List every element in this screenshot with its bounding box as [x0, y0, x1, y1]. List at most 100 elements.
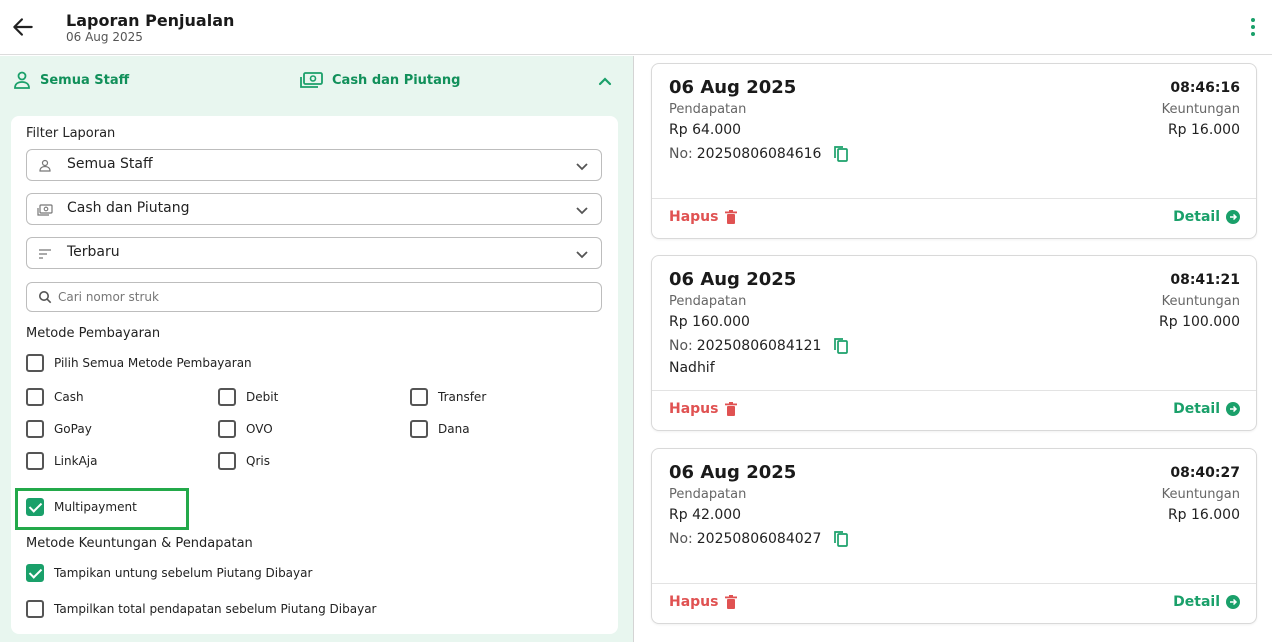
checkbox-label: Multipayment: [54, 500, 137, 514]
filter-summary-bar[interactable]: Semua Staff Cash dan Piutang: [0, 56, 634, 104]
profit-value: Rp 100.000: [1159, 314, 1240, 330]
profit-value: Rp 16.000: [1167, 122, 1240, 138]
arrow-right-circle-icon: [1226, 402, 1240, 416]
checkbox-transfer[interactable]: Transfer: [410, 388, 486, 406]
card-divider: [652, 198, 1256, 199]
checkbox-box-checked[interactable]: [26, 564, 44, 582]
trash-icon: [724, 210, 737, 224]
checkbox-dana[interactable]: Dana: [410, 420, 470, 438]
app-header: Laporan Penjualan 06 Aug 2025: [0, 0, 1272, 55]
checkbox-box-checked[interactable]: [26, 498, 44, 516]
delete-button[interactable]: Hapus: [669, 401, 737, 417]
payment-select[interactable]: Cash dan Piutang: [26, 193, 602, 225]
checkbox-box[interactable]: [410, 420, 428, 438]
sort-icon: [39, 249, 51, 259]
sort-select[interactable]: Terbaru: [26, 237, 602, 269]
checkbox-box[interactable]: [26, 354, 44, 372]
copy-icon[interactable]: [833, 337, 849, 355]
cash-icon: [37, 204, 53, 216]
transaction-list: 06 Aug 2025 08:46:16 Pendapatan Keuntung…: [635, 56, 1272, 642]
staff-select[interactable]: Semua Staff: [26, 149, 602, 181]
checkbox-box[interactable]: [410, 388, 428, 406]
checkbox-label: Pilih Semua Metode Pembayaran: [54, 356, 252, 370]
payment-method-heading: Metode Pembayaran: [26, 326, 161, 341]
receipt-number-label: No:: [669, 146, 693, 162]
checkbox-linkaja[interactable]: LinkAja: [26, 452, 97, 470]
receipt-number-value: 20250806084027: [696, 531, 822, 547]
checkbox-box[interactable]: [218, 452, 236, 470]
detail-button[interactable]: Detail: [1173, 594, 1240, 610]
income-label: Pendapatan: [669, 294, 747, 309]
checkbox-label: Transfer: [438, 390, 487, 404]
checkbox-income-before-debt[interactable]: Tampilkan total pendapatan sebelum Piuta…: [26, 600, 376, 618]
filter-panel: Semua Staff Cash dan Piutang Filter Lapo…: [0, 56, 634, 642]
transaction-card[interactable]: 06 Aug 2025 08:41:21 Pendapatan Keuntung…: [651, 255, 1257, 431]
checkbox-box[interactable]: [26, 600, 44, 618]
receipt-number-label: No:: [669, 338, 693, 354]
summary-payment[interactable]: Cash dan Piutang: [300, 70, 460, 90]
receipt-number: No: 20250806084616: [669, 145, 849, 163]
page-date: 06 Aug 2025: [66, 30, 143, 44]
profit-label: Keuntungan: [1161, 487, 1240, 502]
checkbox-label: Tampikan untung sebelum Piutang Dibayar: [54, 566, 313, 580]
checkbox-label: Qris: [246, 454, 270, 468]
receipt-number: No: 20250806084121: [669, 337, 849, 355]
detail-label: Detail: [1173, 401, 1220, 417]
search-input[interactable]: [58, 287, 588, 307]
delete-button[interactable]: Hapus: [669, 209, 737, 225]
receipt-number-value: 20250806084616: [696, 146, 822, 162]
chevron-down-icon: [576, 251, 588, 259]
trash-icon: [724, 402, 737, 416]
receipt-search[interactable]: [26, 282, 602, 312]
filter-heading: Filter Laporan: [26, 126, 116, 141]
detail-label: Detail: [1173, 209, 1220, 225]
receipt-number-value: 20250806084121: [696, 338, 822, 354]
delete-label: Hapus: [669, 209, 719, 225]
checkbox-gopay[interactable]: GoPay: [26, 420, 92, 438]
page-title: Laporan Penjualan: [66, 11, 235, 30]
transaction-date: 06 Aug 2025: [669, 77, 797, 98]
checkbox-label: LinkAja: [54, 454, 98, 468]
summary-staff[interactable]: Semua Staff: [12, 70, 129, 90]
delete-label: Hapus: [669, 401, 719, 417]
checkbox-box[interactable]: [218, 388, 236, 406]
copy-icon[interactable]: [833, 145, 849, 163]
checkbox-label: GoPay: [54, 422, 92, 436]
checkbox-cash[interactable]: Cash: [26, 388, 84, 406]
payment-select-value: Cash dan Piutang: [67, 200, 190, 216]
checkbox-label: Dana: [438, 422, 470, 436]
detail-button[interactable]: Detail: [1173, 209, 1240, 225]
checkbox-qris[interactable]: Qris: [218, 452, 270, 470]
checkbox-ovo[interactable]: OVO: [218, 420, 273, 438]
income-value: Rp 42.000: [669, 507, 742, 523]
checkbox-box[interactable]: [218, 420, 236, 438]
card-divider: [652, 583, 1256, 584]
back-arrow-icon[interactable]: [10, 14, 36, 40]
transaction-card[interactable]: 06 Aug 2025 08:40:27 Pendapatan Keuntung…: [651, 448, 1257, 624]
delete-button[interactable]: Hapus: [669, 594, 737, 610]
checkbox-select-all[interactable]: Pilih Semua Metode Pembayaran: [26, 354, 252, 372]
income-value: Rp 64.000: [669, 122, 742, 138]
chevron-up-icon[interactable]: [596, 72, 614, 90]
transaction-date: 06 Aug 2025: [669, 269, 797, 290]
chevron-down-icon: [576, 163, 588, 171]
transaction-time: 08:41:21: [1170, 272, 1240, 288]
sort-select-value: Terbaru: [67, 244, 120, 260]
checkbox-box[interactable]: [26, 452, 44, 470]
copy-icon[interactable]: [833, 530, 849, 548]
checkbox-box[interactable]: [26, 420, 44, 438]
detail-button[interactable]: Detail: [1173, 401, 1240, 417]
search-icon: [39, 291, 52, 304]
more-options-icon[interactable]: [1244, 16, 1262, 38]
checkbox-profit-before-debt[interactable]: Tampikan untung sebelum Piutang Dibayar: [26, 564, 312, 582]
transaction-time: 08:40:27: [1170, 465, 1240, 481]
checkbox-multipayment[interactable]: Multipayment: [26, 498, 137, 516]
checkbox-debit[interactable]: Debit: [218, 388, 278, 406]
transaction-card[interactable]: 06 Aug 2025 08:46:16 Pendapatan Keuntung…: [651, 63, 1257, 239]
card-divider: [652, 390, 1256, 391]
checkbox-box[interactable]: [26, 388, 44, 406]
profit-method-heading: Metode Keuntungan & Pendapatan: [26, 536, 253, 551]
profit-value: Rp 16.000: [1167, 507, 1240, 523]
income-value: Rp 160.000: [669, 314, 750, 330]
person-icon: [14, 71, 30, 89]
